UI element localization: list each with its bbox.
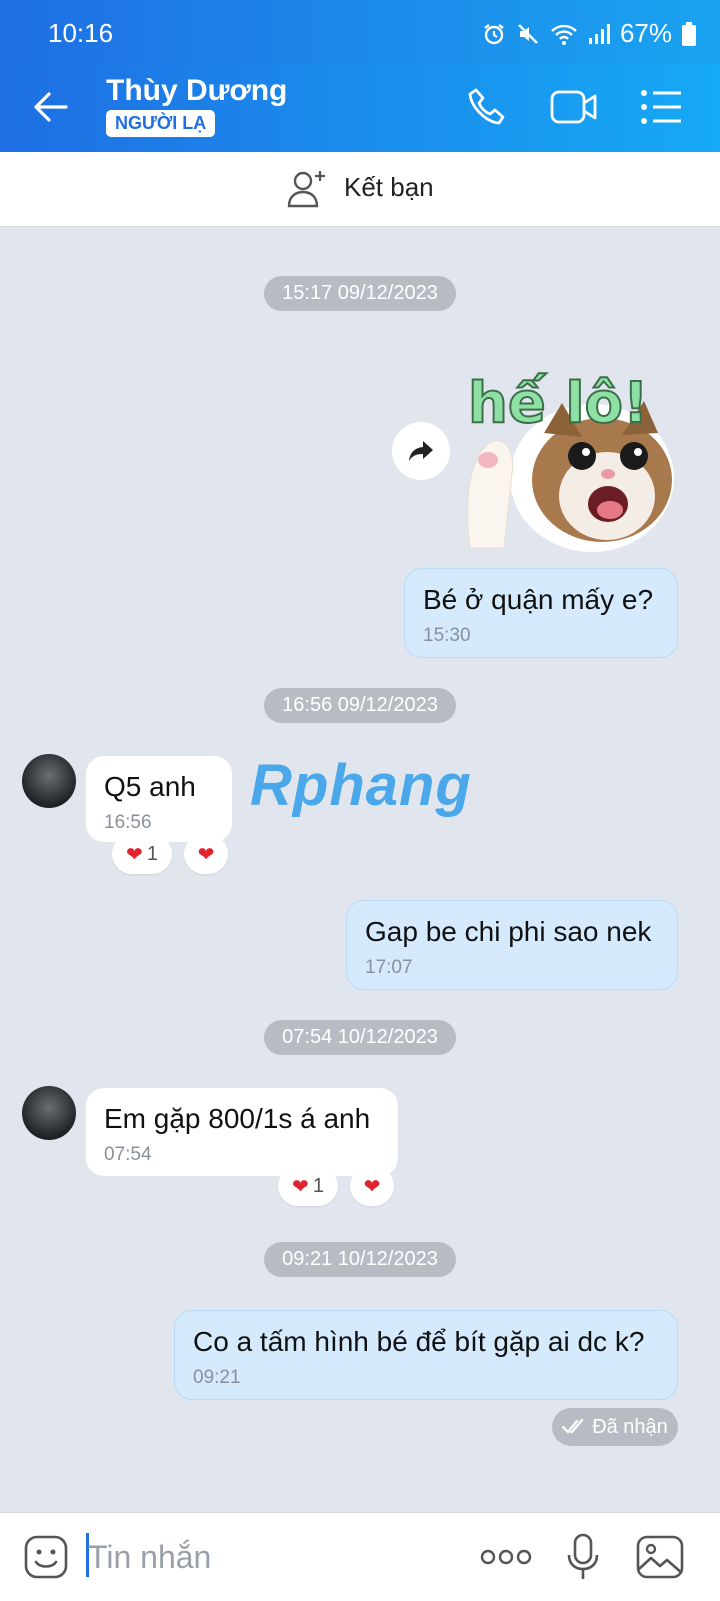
double-check-icon: [562, 1419, 584, 1434]
heart-icon: ❤: [126, 843, 143, 866]
reaction-summary[interactable]: ❤ 1: [112, 834, 172, 874]
heart-icon: ❤: [197, 843, 215, 866]
emoji-sticker-icon[interactable]: [24, 1535, 68, 1579]
alarm-icon: [484, 23, 504, 44]
message-bubble-incoming[interactable]: Q5 anh 16:56: [86, 756, 232, 842]
add-friend-label: Kết bạn: [344, 172, 434, 202]
message-time: 16:56: [104, 812, 152, 833]
signal-icon: [588, 23, 610, 44]
message-time: 15:30: [423, 625, 471, 646]
message-text: Bé ở quận mấy e?: [423, 584, 654, 615]
date-separator: 16:56 09/12/2023: [0, 688, 720, 723]
microphone-icon[interactable]: [566, 1533, 600, 1581]
message-text: Co a tấm hình bé để bít gặp ai dc k?: [193, 1326, 645, 1357]
message-text: Em gặp 800/1s á anh: [104, 1103, 371, 1134]
message-time: 07:54: [104, 1144, 152, 1165]
more-options-icon[interactable]: [480, 1547, 532, 1567]
message-composer: Tin nhắn: [0, 1512, 720, 1601]
message-text: Q5 anh: [104, 771, 196, 802]
back-arrow-icon[interactable]: [32, 88, 70, 126]
date-separator: 07:54 10/12/2023: [0, 1020, 720, 1055]
reaction-count: 1: [312, 1174, 324, 1197]
heart-icon: ❤: [363, 1175, 381, 1198]
add-reaction-button[interactable]: ❤: [350, 1166, 394, 1206]
reaction-count: 1: [146, 842, 158, 865]
watermark-logo: Rphang: [250, 753, 472, 818]
wifi-icon: [551, 24, 577, 45]
stranger-badge: NGƯỜI LẠ: [106, 110, 216, 137]
delivery-status: Đã nhận: [552, 1408, 678, 1446]
message-bubble-incoming[interactable]: Em gặp 800/1s á anh 07:54: [86, 1088, 398, 1176]
contact-avatar[interactable]: [22, 754, 76, 808]
share-arrow-icon: [409, 441, 433, 461]
date-separator: 09:21 10/12/2023: [0, 1242, 720, 1277]
add-friend-bar[interactable]: Kết bạn: [0, 152, 720, 227]
cat-sticker-image: hế lô!: [467, 370, 674, 552]
phone-icon[interactable]: [466, 86, 508, 128]
forward-button[interactable]: [392, 422, 450, 480]
add-friend-icon: [287, 171, 325, 208]
mute-icon: [518, 23, 538, 44]
battery-icon: [682, 21, 696, 46]
message-bubble-outgoing[interactable]: Gap be chi phi sao nek 17:07: [346, 900, 678, 990]
message-bubble-outgoing[interactable]: Co a tấm hình bé để bít gặp ai dc k? 09:…: [174, 1310, 678, 1400]
message-input[interactable]: Tin nhắn: [88, 1539, 211, 1576]
message-text: Gap be chi phi sao nek: [365, 916, 652, 947]
reaction-summary[interactable]: ❤ 1: [278, 1166, 338, 1206]
status-time: 10:16: [48, 18, 114, 48]
message-time: 09:21: [193, 1367, 241, 1388]
status-icons: 67%: [482, 18, 696, 49]
contact-avatar[interactable]: [22, 1086, 76, 1140]
menu-list-icon[interactable]: [640, 88, 682, 126]
status-bar: 10:16 67%: [0, 0, 720, 64]
contact-name[interactable]: Thùy Dương: [106, 74, 287, 108]
message-bubble-outgoing[interactable]: Bé ở quận mấy e? 15:30: [404, 568, 678, 658]
date-separator: 15:17 09/12/2023: [0, 276, 720, 311]
sticker-text: hế lô!: [468, 371, 649, 436]
battery-percent: 67%: [619, 18, 672, 48]
heart-icon: ❤: [292, 1175, 309, 1198]
add-reaction-button[interactable]: ❤: [184, 834, 228, 874]
chat-header: Thùy Dương NGƯỜI LẠ: [0, 64, 720, 152]
video-call-icon[interactable]: [550, 86, 598, 128]
image-gallery-icon[interactable]: [636, 1535, 684, 1579]
cat-sticker[interactable]: hế lô!: [462, 338, 680, 556]
message-time: 17:07: [365, 957, 413, 978]
